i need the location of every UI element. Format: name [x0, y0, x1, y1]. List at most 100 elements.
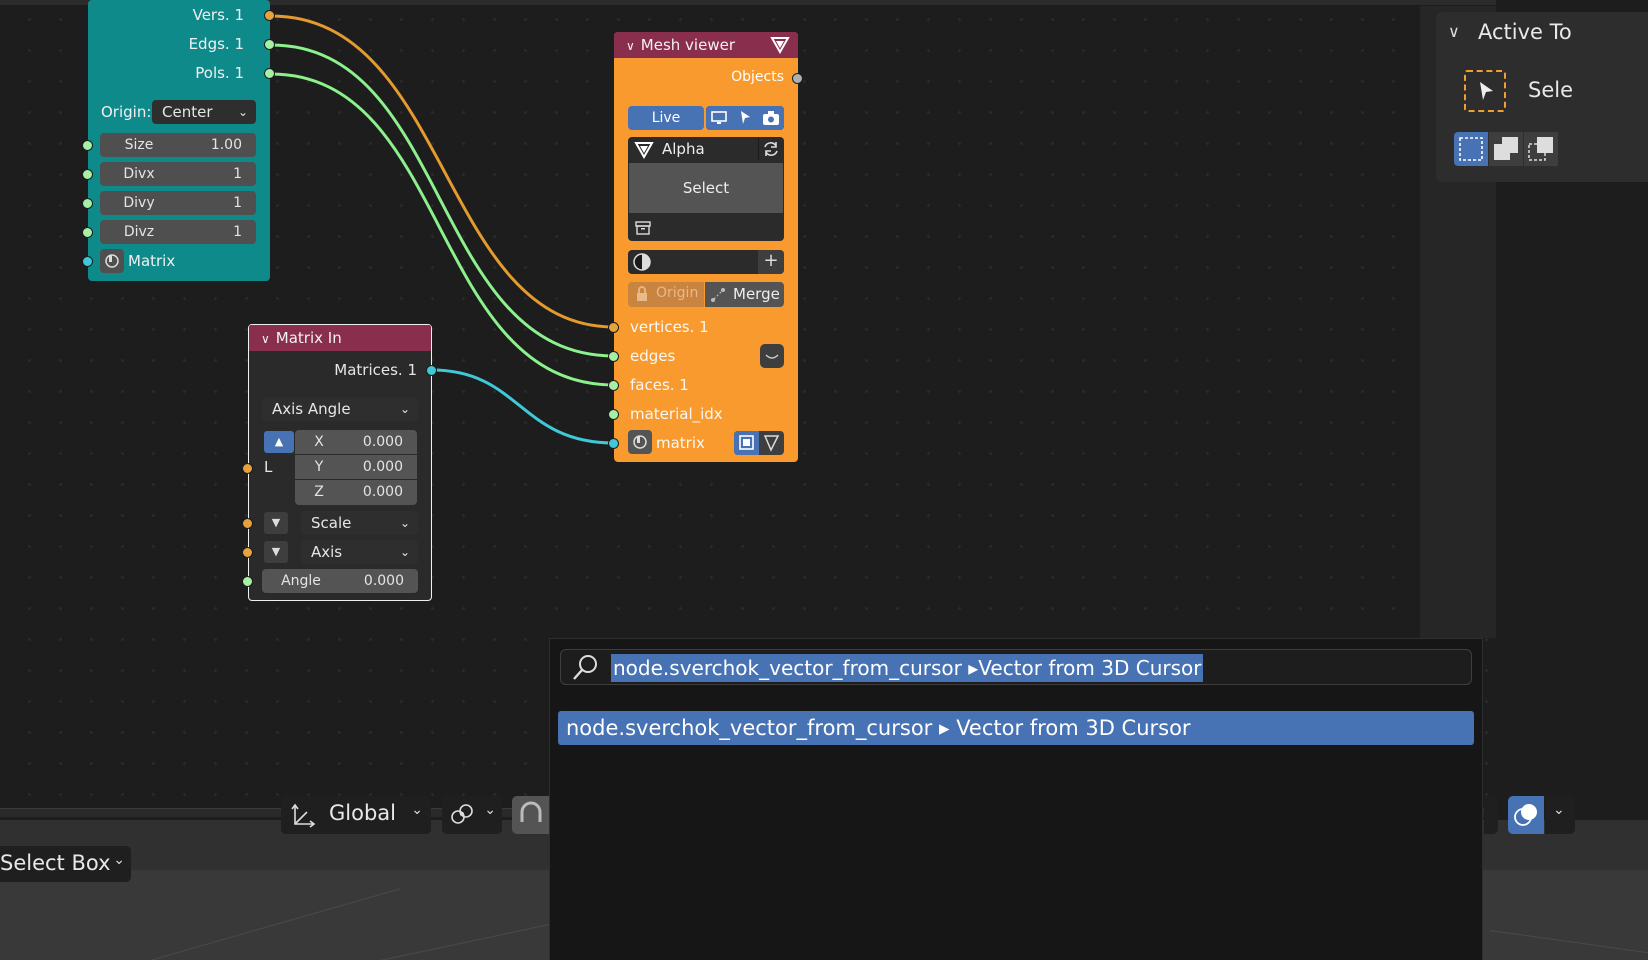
merge-button[interactable]: Merge — [705, 282, 784, 307]
matrix-toggle-button[interactable] — [100, 249, 124, 273]
origin-button[interactable]: Origin — [628, 282, 704, 307]
grid-line — [150, 888, 401, 960]
socket-vers[interactable] — [264, 10, 275, 21]
origin-label: Origin — [656, 285, 699, 301]
material-slot[interactable]: + — [628, 250, 784, 274]
mode-subtract-button[interactable] — [1524, 132, 1558, 166]
divy-label: Divy — [123, 195, 155, 211]
plus-icon[interactable]: + — [758, 250, 784, 274]
z-field[interactable]: Z 0.000 — [295, 480, 417, 505]
chevron-down-icon: ⌄ — [399, 545, 410, 559]
socket-edges[interactable] — [608, 351, 619, 362]
scale-value: Scale — [311, 514, 352, 532]
pivot-point-dropdown[interactable]: ⌄ — [442, 796, 502, 834]
mesh-viewer-node[interactable]: ∨ Mesh viewer Objects Live Alpha Select +… — [608, 32, 803, 462]
snap-toggle-button[interactable] — [512, 796, 550, 834]
socket-material-idx[interactable] — [608, 409, 619, 420]
chevron-down-icon: ⌄ — [237, 105, 248, 119]
y-value: 0.000 — [362, 459, 403, 475]
origin-dropdown[interactable]: Center ⌄ — [152, 100, 256, 124]
render-button[interactable] — [758, 106, 784, 130]
overlay-toggle-button[interactable] — [1508, 796, 1544, 834]
matrix-in-header[interactable]: ∨ Matrix In — [249, 325, 431, 351]
socket-objects[interactable] — [792, 73, 803, 84]
input-edges: edges — [630, 347, 676, 365]
orientation-axes-icon — [291, 803, 316, 828]
select-new-icon — [1459, 137, 1483, 161]
camera-icon — [763, 111, 779, 125]
chevron-down-icon: ⌄ — [484, 802, 496, 818]
output-pols: Pols. 1 — [195, 64, 244, 82]
edges-toggle-button[interactable] — [760, 344, 784, 368]
tool-label: Sele — [1528, 78, 1574, 102]
selectable-button[interactable] — [732, 106, 758, 130]
divz-field[interactable]: Divz 1 — [100, 220, 256, 244]
triangle-down-icon: ▼ — [271, 545, 281, 558]
socket-edgs[interactable] — [264, 39, 275, 50]
socket-axis[interactable] — [242, 547, 253, 558]
x-field[interactable]: X 0.000 — [295, 430, 417, 454]
socket-divx[interactable] — [82, 169, 93, 180]
select-tool-icon[interactable] — [1464, 70, 1506, 112]
refresh-button[interactable] — [758, 138, 782, 160]
active-tool-panel: ∨ Active To Sele — [1436, 12, 1648, 182]
node-title: Mesh viewer — [640, 36, 735, 54]
archive-icon[interactable] — [634, 219, 652, 237]
socket-divz[interactable] — [82, 227, 93, 238]
location-label: L — [264, 458, 273, 476]
select-button[interactable]: Select — [629, 163, 783, 213]
divx-field[interactable]: Divx 1 — [100, 162, 256, 186]
scale-dropdown[interactable]: Scale ⌄ — [301, 511, 418, 535]
overlay-dropdown[interactable]: ⌄ — [1545, 796, 1575, 834]
expand-axis-button[interactable]: ▼ — [264, 541, 288, 563]
collapse-chevron-icon[interactable]: ∨ — [626, 39, 635, 53]
plane-node[interactable]: Vers. 1 Edgs. 1 Pols. 1 Origin: Center ⌄… — [82, 0, 275, 281]
socket-pols[interactable] — [264, 68, 275, 79]
object-mode-button[interactable] — [734, 431, 759, 455]
viewport-display-button[interactable] — [706, 106, 732, 130]
expand-location-button[interactable]: ▲ — [264, 431, 294, 453]
socket-matrix[interactable] — [608, 438, 619, 449]
matrix-in-node[interactable]: ∨ Matrix In Matrices. 1 Axis Angle ⌄ ▲ L … — [242, 324, 437, 601]
vertex-icon — [763, 435, 780, 452]
mesh-viewer-header[interactable]: ∨ Mesh viewer — [614, 32, 798, 58]
search-result-item[interactable]: node.sverchok_vector_from_cursor ▸ Vecto… — [558, 711, 1474, 745]
chevron-down-icon[interactable]: ∨ — [1448, 22, 1460, 41]
socket-size[interactable] — [82, 140, 93, 151]
divx-label: Divx — [123, 166, 155, 182]
socket-location[interactable] — [242, 463, 253, 474]
expand-scale-button[interactable]: ▼ — [264, 512, 288, 534]
chevron-down-icon: ⌄ — [399, 516, 410, 530]
socket-divy[interactable] — [82, 198, 93, 209]
matrix-toggle-button[interactable] — [628, 430, 652, 454]
panel-title: Active To — [1478, 20, 1572, 44]
select-box-dropdown[interactable]: Select Box ⌄ — [0, 846, 131, 882]
live-toggle-button[interactable]: Live — [628, 106, 704, 130]
grid-line — [380, 918, 576, 960]
input-vertices: vertices. 1 — [630, 318, 709, 336]
mesh-mode-button[interactable] — [759, 431, 784, 455]
search-input[interactable]: node.sverchok_vector_from_cursor ▸Vector… — [560, 649, 1472, 685]
search-icon — [573, 655, 597, 680]
socket-scale[interactable] — [242, 518, 253, 529]
socket-matrices[interactable] — [426, 365, 437, 376]
axis-dropdown[interactable]: Axis ⌄ — [301, 540, 418, 564]
socket-matrix-in[interactable] — [82, 256, 93, 267]
mode-new-button[interactable] — [1454, 132, 1488, 166]
socket-faces[interactable] — [608, 380, 619, 391]
size-field[interactable]: Size 1.00 — [100, 133, 256, 157]
divy-field[interactable]: Divy 1 — [100, 191, 256, 215]
select-extend-icon — [1494, 137, 1518, 160]
mode-dropdown[interactable]: Axis Angle ⌄ — [262, 397, 418, 421]
mode-extend-button[interactable] — [1489, 132, 1523, 166]
socket-angle[interactable] — [242, 576, 253, 587]
socket-vertices[interactable] — [608, 322, 619, 333]
pivot-icon — [451, 804, 473, 824]
y-field[interactable]: Y 0.000 — [295, 455, 417, 479]
overlay-icon — [1514, 804, 1537, 826]
angle-field[interactable]: Angle 0.000 — [262, 569, 418, 593]
search-query[interactable]: node.sverchok_vector_from_cursor ▸Vector… — [611, 654, 1204, 682]
collapse-chevron-icon[interactable]: ∨ — [261, 332, 270, 346]
transform-orientation-dropdown[interactable]: Global ⌄ — [281, 796, 431, 834]
link-vertices — [270, 14, 615, 329]
